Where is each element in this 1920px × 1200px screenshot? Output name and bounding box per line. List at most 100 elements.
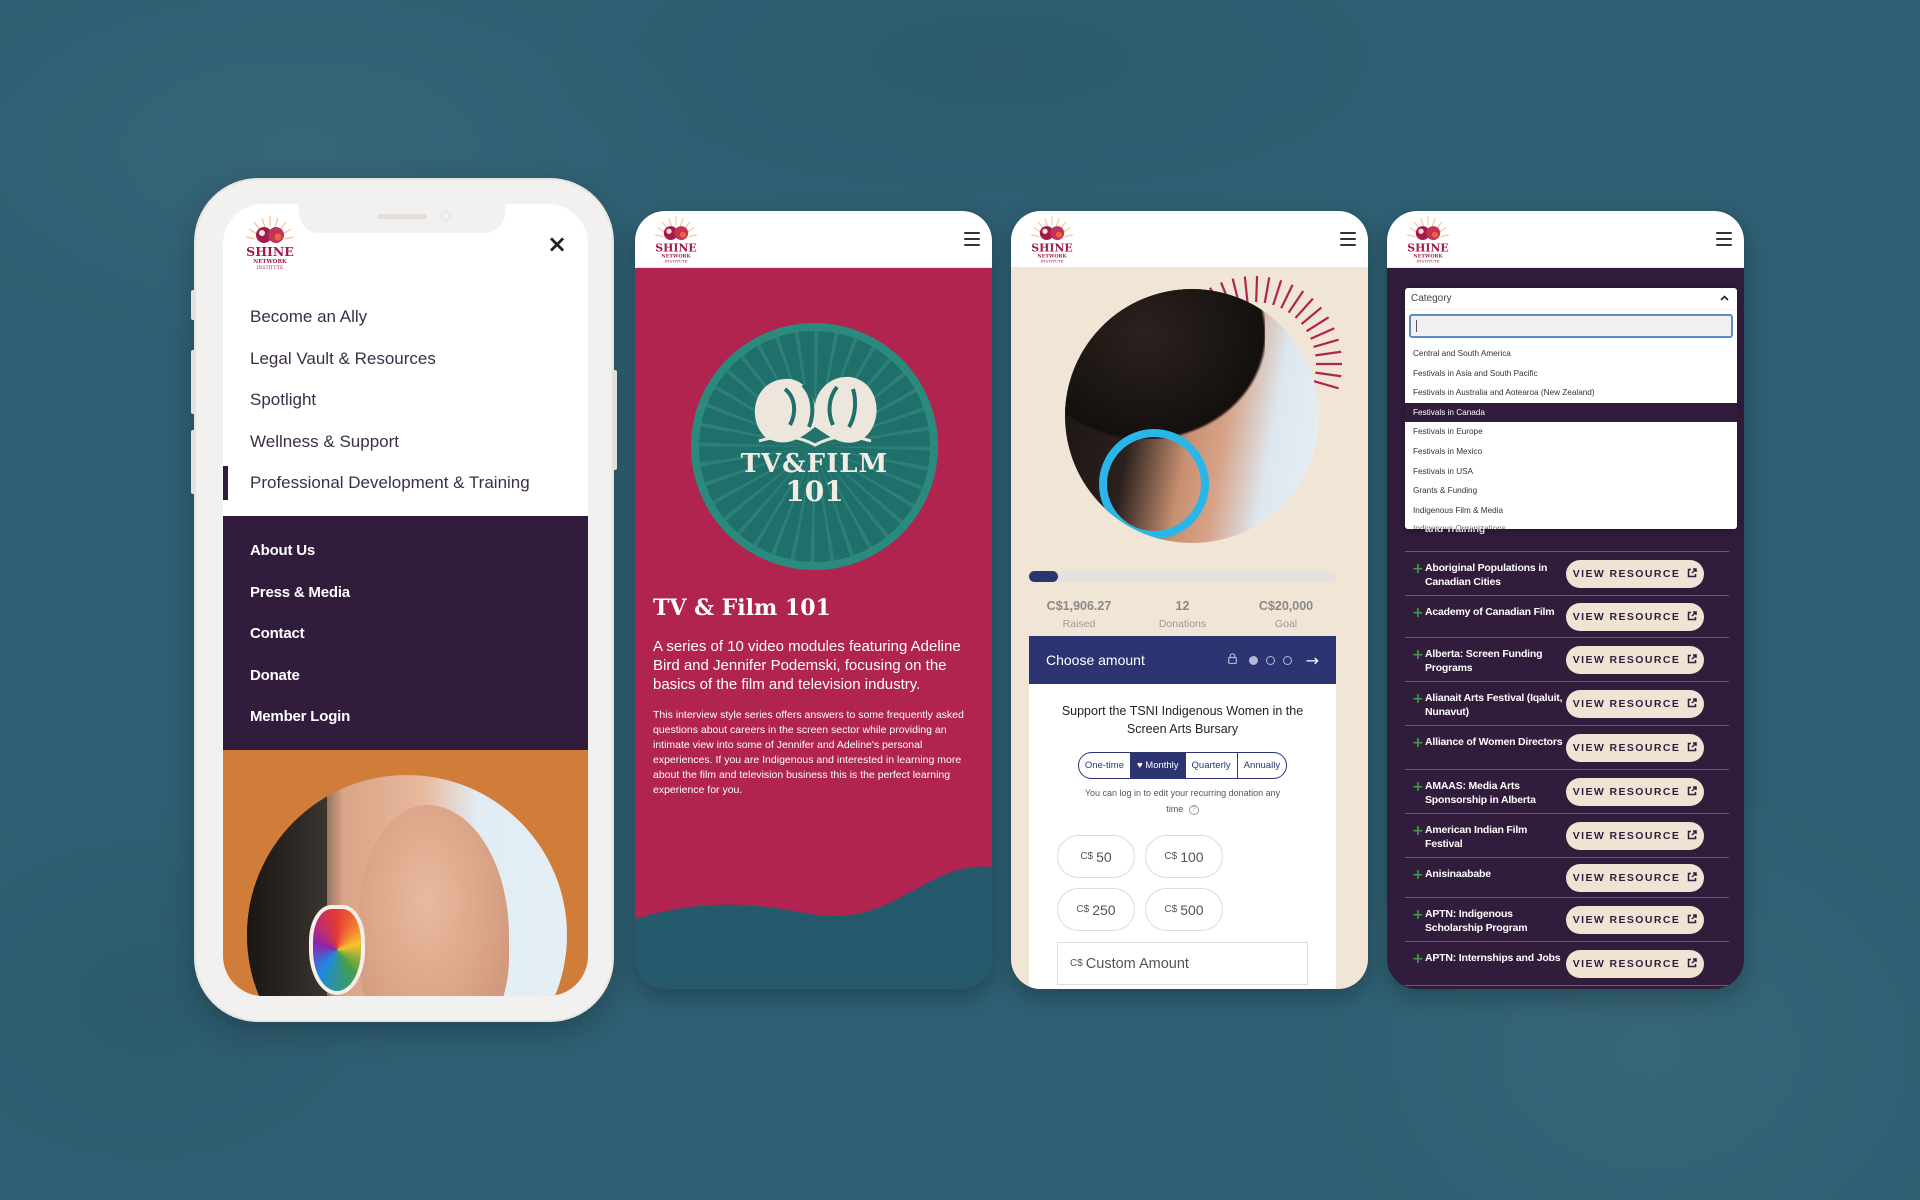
side-button: [612, 370, 617, 470]
menu-item-member-login[interactable]: Member Login: [223, 696, 588, 738]
form-body: Support the TSNI Indigenous Women in the…: [1029, 684, 1336, 985]
expand-plus-icon[interactable]: +: [1405, 691, 1425, 707]
resource-name: Anisinaababe: [1425, 868, 1491, 880]
expand-plus-icon[interactable]: +: [1405, 561, 1425, 577]
view-resource-button[interactable]: VIEW RESOURCE: [1566, 822, 1704, 850]
external-link-icon: [1687, 697, 1697, 711]
menu-item-become-ally[interactable]: Become an Ally: [223, 296, 588, 338]
amount-option-500[interactable]: C$ 500: [1145, 888, 1223, 931]
expand-plus-icon[interactable]: +: [1405, 647, 1425, 663]
view-resource-button[interactable]: VIEW RESOURCE: [1566, 864, 1704, 892]
stat-donations: 12 Donations: [1133, 599, 1233, 630]
amount-option-50[interactable]: C$ 50: [1057, 835, 1135, 878]
menu-item-professional-development[interactable]: Professional Development & Training: [223, 462, 588, 504]
logo[interactable]: SHINE NETWORK INSTITUTE: [649, 213, 703, 267]
resource-row: + Anisinaababe VIEW RESOURCE: [1405, 858, 1729, 898]
view-resource-button[interactable]: VIEW RESOURCE: [1566, 690, 1704, 718]
shine-logo-icon: SHINE NETWORK INSTITUTE: [655, 216, 697, 264]
help-icon[interactable]: ?: [1188, 804, 1199, 815]
svg-text:SHINE: SHINE: [1407, 241, 1448, 254]
view-resource-label: VIEW RESOURCE: [1572, 914, 1681, 926]
expand-plus-icon[interactable]: +: [1405, 605, 1425, 621]
custom-amount-input[interactable]: C$ Custom Amount: [1057, 942, 1308, 985]
wave-divider: [635, 866, 992, 989]
view-resource-button[interactable]: VIEW RESOURCE: [1566, 560, 1704, 588]
hamburger-menu-icon[interactable]: [1340, 232, 1356, 246]
next-step-arrow-icon[interactable]: →: [1306, 651, 1319, 670]
dropdown-option[interactable]: Indigenous Film & Media: [1405, 501, 1737, 521]
dropdown-option[interactable]: Festivals in Mexico: [1405, 442, 1737, 462]
hamburger-menu-icon[interactable]: [1716, 232, 1732, 246]
menu-item-press-media[interactable]: Press & Media: [223, 572, 588, 614]
view-resource-button[interactable]: VIEW RESOURCE: [1566, 950, 1704, 978]
resource-list: and TrainingVIEW RESOURCE+Aboriginal Pop…: [1405, 500, 1729, 986]
view-resource-button[interactable]: VIEW RESOURCE: [1566, 646, 1704, 674]
expand-plus-icon[interactable]: +: [1405, 823, 1425, 839]
expand-plus-icon[interactable]: +: [1405, 907, 1425, 923]
dropdown-option[interactable]: Festivals in USA: [1405, 462, 1737, 482]
svg-text:SHINE: SHINE: [1031, 241, 1072, 254]
site-header: SHINE NETWORK INSTITUTE: [635, 211, 992, 268]
custom-amount-placeholder: Custom Amount: [1085, 955, 1189, 972]
resource-row: + APTN: Indigenous Scholarship Program VIE…: [1405, 898, 1729, 942]
frequency-monthly[interactable]: ♥ Monthly: [1130, 753, 1185, 778]
sunburst-ray: [1272, 279, 1283, 306]
view-resource-button[interactable]: VIEW RESOURCE: [1566, 778, 1704, 806]
view-resource-label: VIEW RESOURCE: [1572, 654, 1681, 666]
resource-row: + Alberta: Screen Funding Programs VIEW RE…: [1405, 638, 1729, 682]
dropdown-option[interactable]: Festivals in Asia and South Pacific: [1405, 364, 1737, 384]
form-header: Choose amount →: [1029, 636, 1336, 684]
category-dropdown[interactable]: Category Central and South America Festiv…: [1405, 288, 1737, 529]
frequency-toggle: One-time ♥ Monthly Quarterly Annually: [1077, 752, 1288, 779]
portrait-image: [247, 775, 567, 996]
menu-item-spotlight[interactable]: Spotlight: [223, 379, 588, 421]
svg-text:SHINE: SHINE: [655, 241, 696, 254]
beaded-earring: [309, 905, 365, 995]
view-resource-button[interactable]: VIEW RESOURCE: [1566, 734, 1704, 762]
resource-row: + AMAAS: Media Arts Sponsorship in Albert…: [1405, 770, 1729, 814]
menu-item-legal-vault[interactable]: Legal Vault & Resources: [223, 338, 588, 380]
hamburger-menu-icon[interactable]: [964, 232, 980, 246]
logo[interactable]: SHINE NETWORK INSTITUTE: [1401, 213, 1455, 267]
shine-logo-icon: SHINE NETWORK INSTITUTE: [245, 216, 295, 271]
amount-option-100[interactable]: C$ 100: [1145, 835, 1223, 878]
dropdown-option[interactable]: Central and South America: [1405, 344, 1737, 364]
resource-name: AMAAS: Media Arts Sponsorship in Alberta: [1425, 780, 1536, 806]
text-caret: [1416, 320, 1417, 332]
dropdown-search-input[interactable]: [1409, 314, 1733, 338]
frequency-quarterly[interactable]: Quarterly: [1184, 753, 1237, 778]
expand-plus-icon[interactable]: +: [1405, 735, 1425, 751]
frequency-annually[interactable]: Annually: [1236, 753, 1286, 778]
resource-row: + Academy of Canadian Film VIEW RESOURCE: [1405, 596, 1729, 638]
view-resource-button[interactable]: VIEW RESOURCE: [1566, 603, 1704, 631]
menu-item-donate[interactable]: Donate: [223, 655, 588, 697]
currency-label: C$: [1076, 904, 1090, 915]
dropdown-option[interactable]: Festivals in Australia and Aotearoa (New…: [1405, 383, 1737, 403]
dropdown-header[interactable]: Category: [1405, 288, 1737, 310]
close-menu-icon[interactable]: ×: [547, 230, 567, 258]
dropdown-option[interactable]: Grants & Funding: [1405, 481, 1737, 501]
stat-value: 12: [1175, 599, 1190, 613]
dropdown-option[interactable]: Festivals in Canada: [1405, 402, 1737, 423]
logo[interactable]: SHINE NETWORK INSTITUTE: [240, 212, 300, 274]
menu-item-contact[interactable]: Contact: [223, 613, 588, 655]
phone-mockup-course: SHINE NETWORK INSTITUTE TV&FILM 101 TV &…: [635, 211, 992, 989]
amount-option-250[interactable]: C$ 250: [1057, 888, 1135, 931]
amount-value: 250: [1092, 901, 1116, 918]
dropdown-option[interactable]: Festivals in Europe: [1405, 422, 1737, 442]
expand-plus-icon[interactable]: +: [1405, 951, 1425, 967]
step-indicator: [1282, 655, 1292, 665]
logo[interactable]: SHINE NETWORK INSTITUTE: [1025, 213, 1079, 267]
frequency-one-time[interactable]: One-time: [1079, 753, 1130, 778]
expand-plus-icon[interactable]: +: [1405, 779, 1425, 795]
menu-item-wellness[interactable]: Wellness & Support: [223, 421, 588, 463]
view-resource-button[interactable]: VIEW RESOURCE: [1566, 906, 1704, 934]
step-indicator-active: [1248, 655, 1258, 665]
tv-film-101-badge: TV&FILM 101: [691, 323, 938, 570]
expand-plus-icon[interactable]: +: [1405, 867, 1425, 883]
stat-value: C$20,000: [1258, 599, 1314, 613]
portrait-hair: [1065, 289, 1265, 439]
sunburst-ray: [1280, 284, 1294, 309]
menu-item-about-us[interactable]: About Us: [223, 530, 588, 572]
dropdown-option[interactable]: Indigenous Organizations: [1405, 520, 1737, 529]
